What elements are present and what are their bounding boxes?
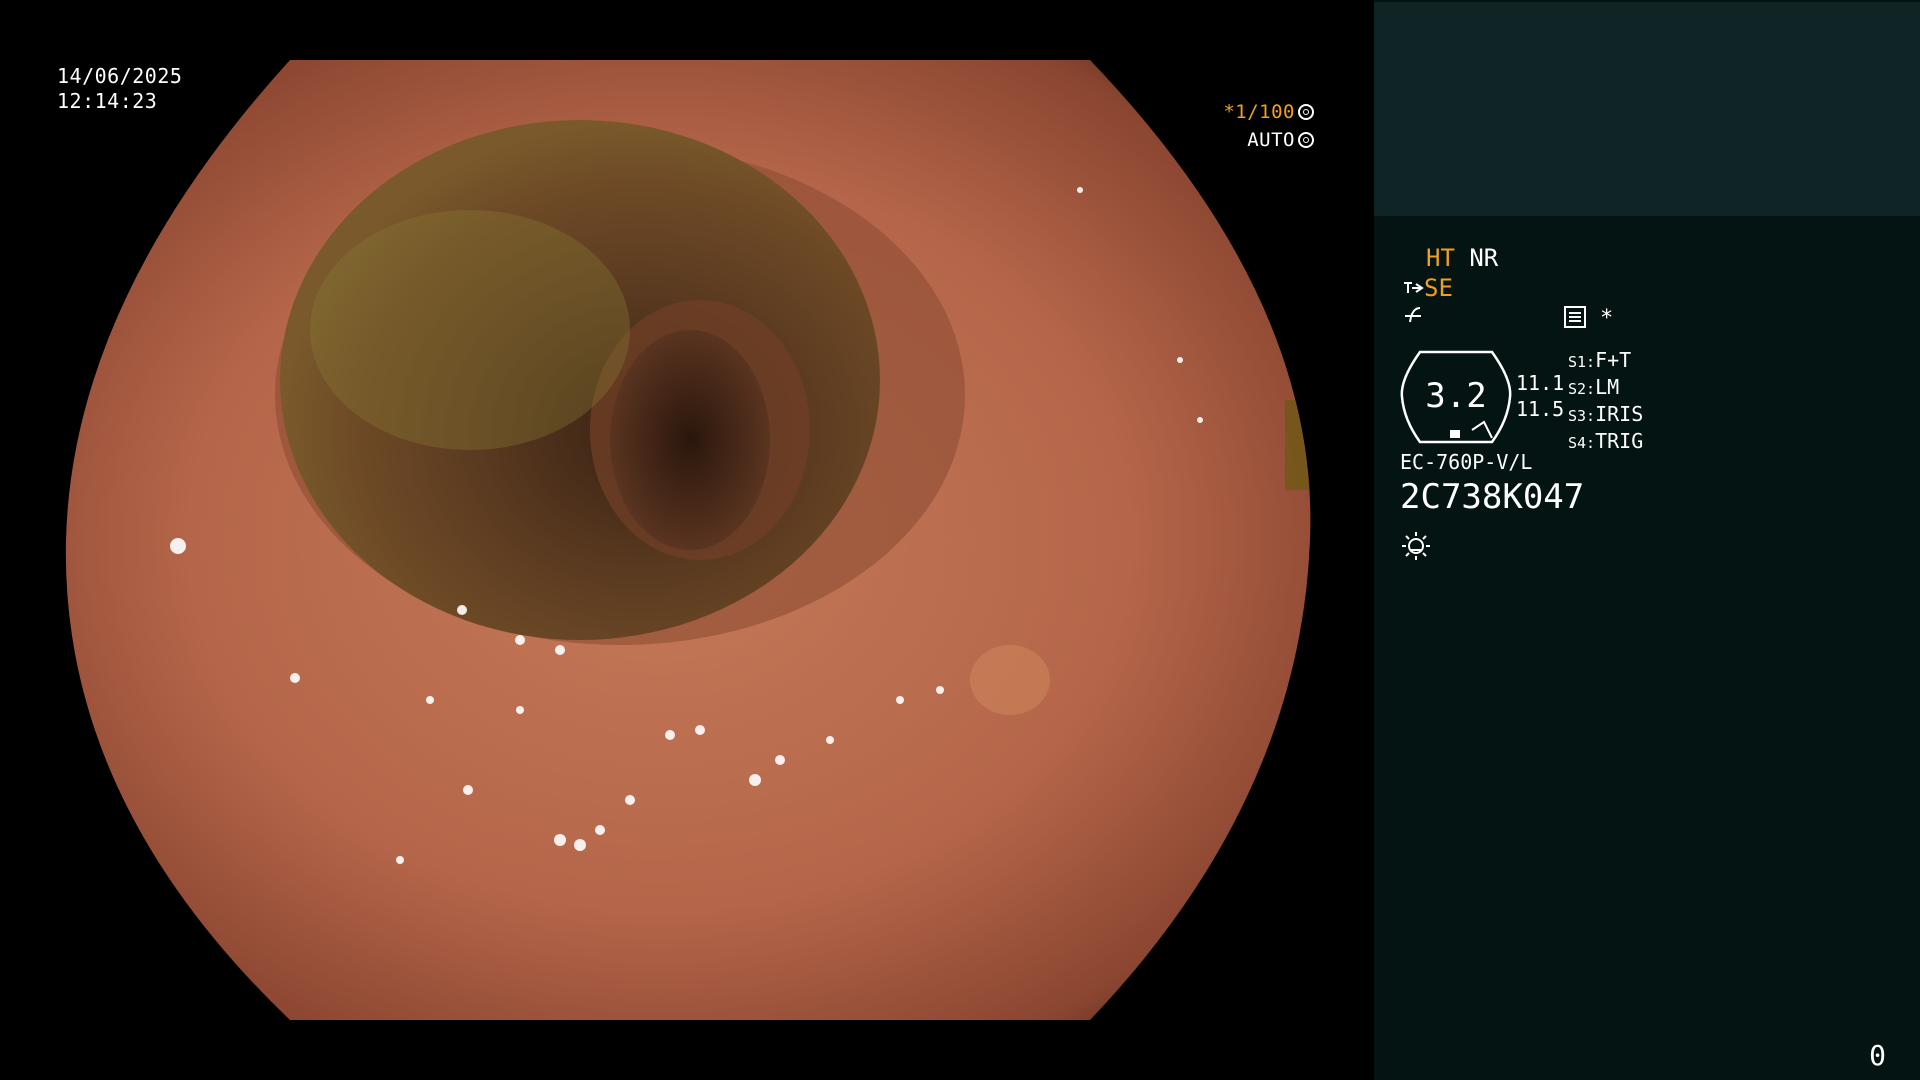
light-icon bbox=[1402, 532, 1430, 560]
switch-s1: S1:F+T bbox=[1568, 348, 1643, 375]
switch-value: LM bbox=[1595, 375, 1620, 399]
mode-row-enhance bbox=[1402, 304, 1424, 332]
shutter-value: 1/100 bbox=[1235, 101, 1295, 123]
switch-s3: S3:IRIS bbox=[1568, 402, 1643, 429]
structure-enhance-icon bbox=[1405, 307, 1421, 323]
nr-mode: NR bbox=[1469, 244, 1499, 272]
panel-header-area bbox=[1374, 2, 1920, 216]
se-mode-icon bbox=[1404, 282, 1424, 293]
switch-key: S3: bbox=[1568, 407, 1596, 425]
switch-s2: S2:LM bbox=[1568, 375, 1643, 402]
gain-value-2: 11.5 bbox=[1516, 397, 1565, 421]
time-text: 12:14:23 bbox=[57, 89, 158, 113]
datetime-display: 14/06/2025 12:14:23 bbox=[57, 64, 182, 114]
scope-serial: 2C738K047 bbox=[1400, 477, 1585, 517]
switch-value: F+T bbox=[1595, 348, 1632, 372]
exposure-readout: *1/100 AUTO bbox=[1223, 98, 1314, 154]
status-panel: HT NR SE * 3.2 11.1 11.5 S1:F+T S2:LM S3… bbox=[1374, 0, 1920, 1080]
auto-iris: AUTO bbox=[1223, 126, 1314, 154]
preset-icon bbox=[1564, 306, 1586, 328]
switch-value: IRIS bbox=[1595, 402, 1644, 426]
ht-mode: HT bbox=[1426, 244, 1455, 272]
switch-key: S4: bbox=[1568, 434, 1596, 452]
mode-row-se: SE bbox=[1402, 274, 1453, 302]
auto-iris-icon bbox=[1298, 132, 1314, 148]
scope-model: EC-760P-V/L bbox=[1400, 450, 1533, 474]
mode-row-ht-nr: HT NR bbox=[1426, 244, 1498, 272]
zoom-value: 3.2 bbox=[1425, 376, 1487, 416]
endoscope-viewport: 14/06/2025 12:14:23 *1/100 AUTO bbox=[0, 0, 1374, 1080]
preset-star: * bbox=[1600, 306, 1614, 331]
scope-switch-list: S1:F+T S2:LM S3:IRIS S4:TRIG bbox=[1568, 348, 1643, 456]
endoscopic-image bbox=[65, 60, 1311, 1020]
shutter-star: * bbox=[1223, 101, 1236, 123]
gain-value-1: 11.1 bbox=[1516, 371, 1565, 395]
switch-key: S1: bbox=[1568, 353, 1596, 371]
auto-text: AUTO bbox=[1247, 129, 1295, 151]
switch-key: S2: bbox=[1568, 380, 1596, 398]
page-number: 0 bbox=[1869, 1039, 1886, 1072]
shutter-icon bbox=[1298, 104, 1314, 120]
switch-s4: S4:TRIG bbox=[1568, 429, 1643, 456]
switch-value: TRIG bbox=[1595, 429, 1644, 453]
shutter-speed: *1/100 bbox=[1223, 98, 1314, 126]
se-mode: SE bbox=[1424, 274, 1453, 302]
date-text: 14/06/2025 bbox=[57, 64, 183, 88]
